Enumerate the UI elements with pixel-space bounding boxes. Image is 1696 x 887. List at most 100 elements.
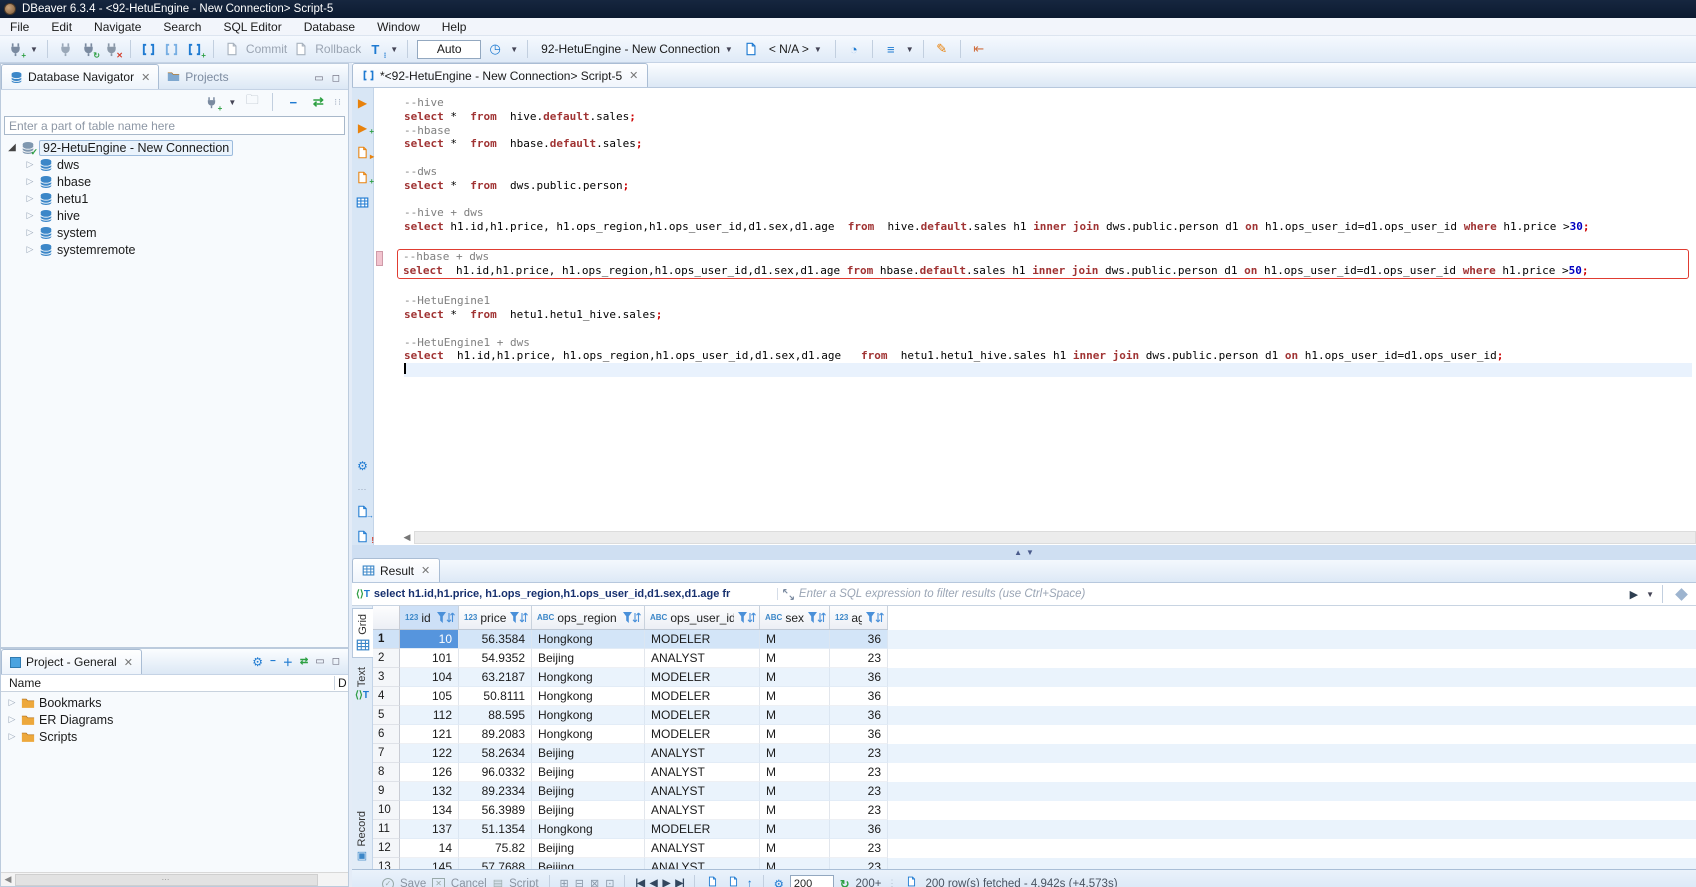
cell-ops_user_id[interactable]: MODELER: [645, 630, 760, 649]
cell-ops_user_id[interactable]: ANALYST: [645, 649, 760, 668]
rollback-button[interactable]: Rollback: [315, 42, 361, 56]
cell-id[interactable]: 134: [400, 801, 459, 820]
tab-close-icon[interactable]: ✕: [141, 71, 150, 84]
scroll-top-icon[interactable]: ↑: [747, 878, 753, 887]
row-number[interactable]: 7: [373, 744, 400, 763]
new-sql-editor-icon[interactable]: [140, 40, 158, 58]
filter-sort-icon[interactable]: [737, 611, 756, 625]
cell-sex[interactable]: M: [760, 706, 830, 725]
cell-price[interactable]: 89.2334: [459, 782, 532, 801]
dashboard-icon[interactable]: ◔: [845, 40, 863, 58]
sql-line[interactable]: select * from dws.public.person;: [404, 179, 1692, 193]
table-filter-input[interactable]: [4, 116, 345, 135]
cell-age[interactable]: 23: [830, 744, 888, 763]
sql-line[interactable]: [404, 322, 1692, 336]
scrollbar-track[interactable]: [414, 531, 1696, 544]
cell-age[interactable]: 23: [830, 858, 888, 869]
cell-ops_region[interactable]: Beijing: [532, 649, 645, 668]
cell-ops_user_id[interactable]: MODELER: [645, 706, 760, 725]
maximize-panel-icon[interactable]: ◻: [332, 73, 340, 84]
row-number[interactable]: 8: [373, 763, 400, 782]
export-result-icon[interactable]: →: [355, 505, 370, 520]
cell-id[interactable]: 121: [400, 725, 459, 744]
execute-statement-icon[interactable]: ▶: [355, 96, 370, 111]
row-number[interactable]: 10: [373, 801, 400, 820]
row-number[interactable]: 3: [373, 668, 400, 687]
cell-price[interactable]: 89.2083: [459, 725, 532, 744]
cell-ops_user_id[interactable]: MODELER: [645, 820, 760, 839]
cell-ops_user_id[interactable]: ANALYST: [645, 839, 760, 858]
row-number[interactable]: 11: [373, 820, 400, 839]
menu-item[interactable]: Edit: [51, 20, 72, 34]
fetch-page-icon[interactable]: [705, 876, 720, 887]
cell-age[interactable]: 36: [830, 668, 888, 687]
column-header-sex[interactable]: ABCsex: [760, 606, 830, 629]
expander-closed-icon[interactable]: ▷: [25, 159, 35, 170]
refetch-icon[interactable]: ↻: [840, 877, 850, 887]
column-header-id[interactable]: 123id: [400, 606, 459, 629]
clear-filter-icon[interactable]: [1675, 588, 1688, 601]
menu-item[interactable]: File: [10, 20, 29, 34]
fetch-size-input[interactable]: [790, 875, 834, 887]
sql-line[interactable]: --dws: [404, 165, 1692, 179]
cell-sex[interactable]: M: [760, 725, 830, 744]
collapse-all-icon[interactable]: −: [284, 93, 302, 111]
sql-line[interactable]: [404, 280, 1692, 294]
result-filter-input[interactable]: [799, 588, 1623, 600]
expander-closed-icon[interactable]: ▷: [7, 731, 17, 742]
sql-line[interactable]: --hbase + dws: [403, 250, 1688, 264]
add-row-icon[interactable]: ⊞: [560, 877, 569, 887]
tree-item-database[interactable]: ▷ systemremote: [1, 241, 348, 258]
cell-age[interactable]: 36: [830, 725, 888, 744]
new-connection-icon[interactable]: +: [6, 40, 24, 58]
minimize-panel-icon[interactable]: ▭: [314, 73, 323, 84]
sql-code[interactable]: --hiveselect * from hive.default.sales;-…: [374, 88, 1696, 530]
tab-database-navigator[interactable]: Database Navigator ✕: [1, 64, 159, 89]
sql-line[interactable]: --HetuEngine1: [404, 294, 1692, 308]
connect-icon[interactable]: [57, 40, 75, 58]
cell-id[interactable]: 126: [400, 763, 459, 782]
cell-age[interactable]: 23: [830, 801, 888, 820]
cell-price[interactable]: 54.9352: [459, 649, 532, 668]
tab-result[interactable]: Result ✕: [352, 558, 440, 582]
cell-ops_region[interactable]: Hongkong: [532, 668, 645, 687]
project-settings-gear-icon[interactable]: ⚙: [252, 655, 263, 669]
script-button[interactable]: Script: [509, 878, 538, 887]
expander-closed-icon[interactable]: ▷: [7, 714, 17, 725]
tab-text-view[interactable]: Text ⟨⟩T: [352, 662, 373, 706]
expander-closed-icon[interactable]: ▷: [25, 176, 35, 187]
cell-price[interactable]: 56.3989: [459, 801, 532, 820]
previous-row-icon[interactable]: ◀: [650, 878, 657, 887]
cell-sex[interactable]: M: [760, 858, 830, 869]
cell-ops_region[interactable]: Hongkong: [532, 820, 645, 839]
row-number[interactable]: 2: [373, 649, 400, 668]
cell-ops_region[interactable]: Beijing: [532, 763, 645, 782]
scroll-left-icon[interactable]: ◀: [400, 532, 414, 543]
link-editor-icon[interactable]: ⇄: [300, 656, 308, 667]
filter-sort-icon[interactable]: [865, 611, 884, 625]
filter-sort-icon[interactable]: [436, 611, 455, 625]
expand-filter-icon[interactable]: [782, 588, 795, 601]
fetch-more-button[interactable]: 200+: [856, 878, 882, 887]
editor-result-sash[interactable]: ▲ ▼: [352, 545, 1696, 560]
tab-close-icon[interactable]: ✕: [124, 656, 133, 669]
cell-age[interactable]: 23: [830, 839, 888, 858]
column-header-price[interactable]: 123price: [459, 606, 532, 629]
rollback-icon[interactable]: [292, 40, 310, 58]
cell-age[interactable]: 23: [830, 649, 888, 668]
row-number[interactable]: 9: [373, 782, 400, 801]
apply-filter-icon[interactable]: ▶: [1627, 588, 1641, 601]
cell-price[interactable]: 57.7688: [459, 858, 532, 869]
sql-line[interactable]: select h1.id,h1.price, h1.ops_region,h1.…: [404, 349, 1692, 363]
commit-button[interactable]: Commit: [246, 42, 287, 56]
menu-item[interactable]: Window: [377, 20, 420, 34]
cell-age[interactable]: 36: [830, 820, 888, 839]
sql-line[interactable]: select h1.id,h1.price, h1.ops_region,h1.…: [404, 220, 1692, 234]
link-editor-icon[interactable]: ⇄: [309, 93, 327, 111]
column-header-ops_region[interactable]: ABCops_region: [532, 606, 645, 629]
commit-mode-combo[interactable]: Auto: [417, 40, 481, 59]
minimize-panel-icon[interactable]: ▭: [315, 656, 324, 667]
menu-item[interactable]: SQL Editor: [223, 20, 281, 34]
tree-item-database[interactable]: ▷ dws: [1, 156, 348, 173]
tree-item-database[interactable]: ▷ hetu1: [1, 190, 348, 207]
